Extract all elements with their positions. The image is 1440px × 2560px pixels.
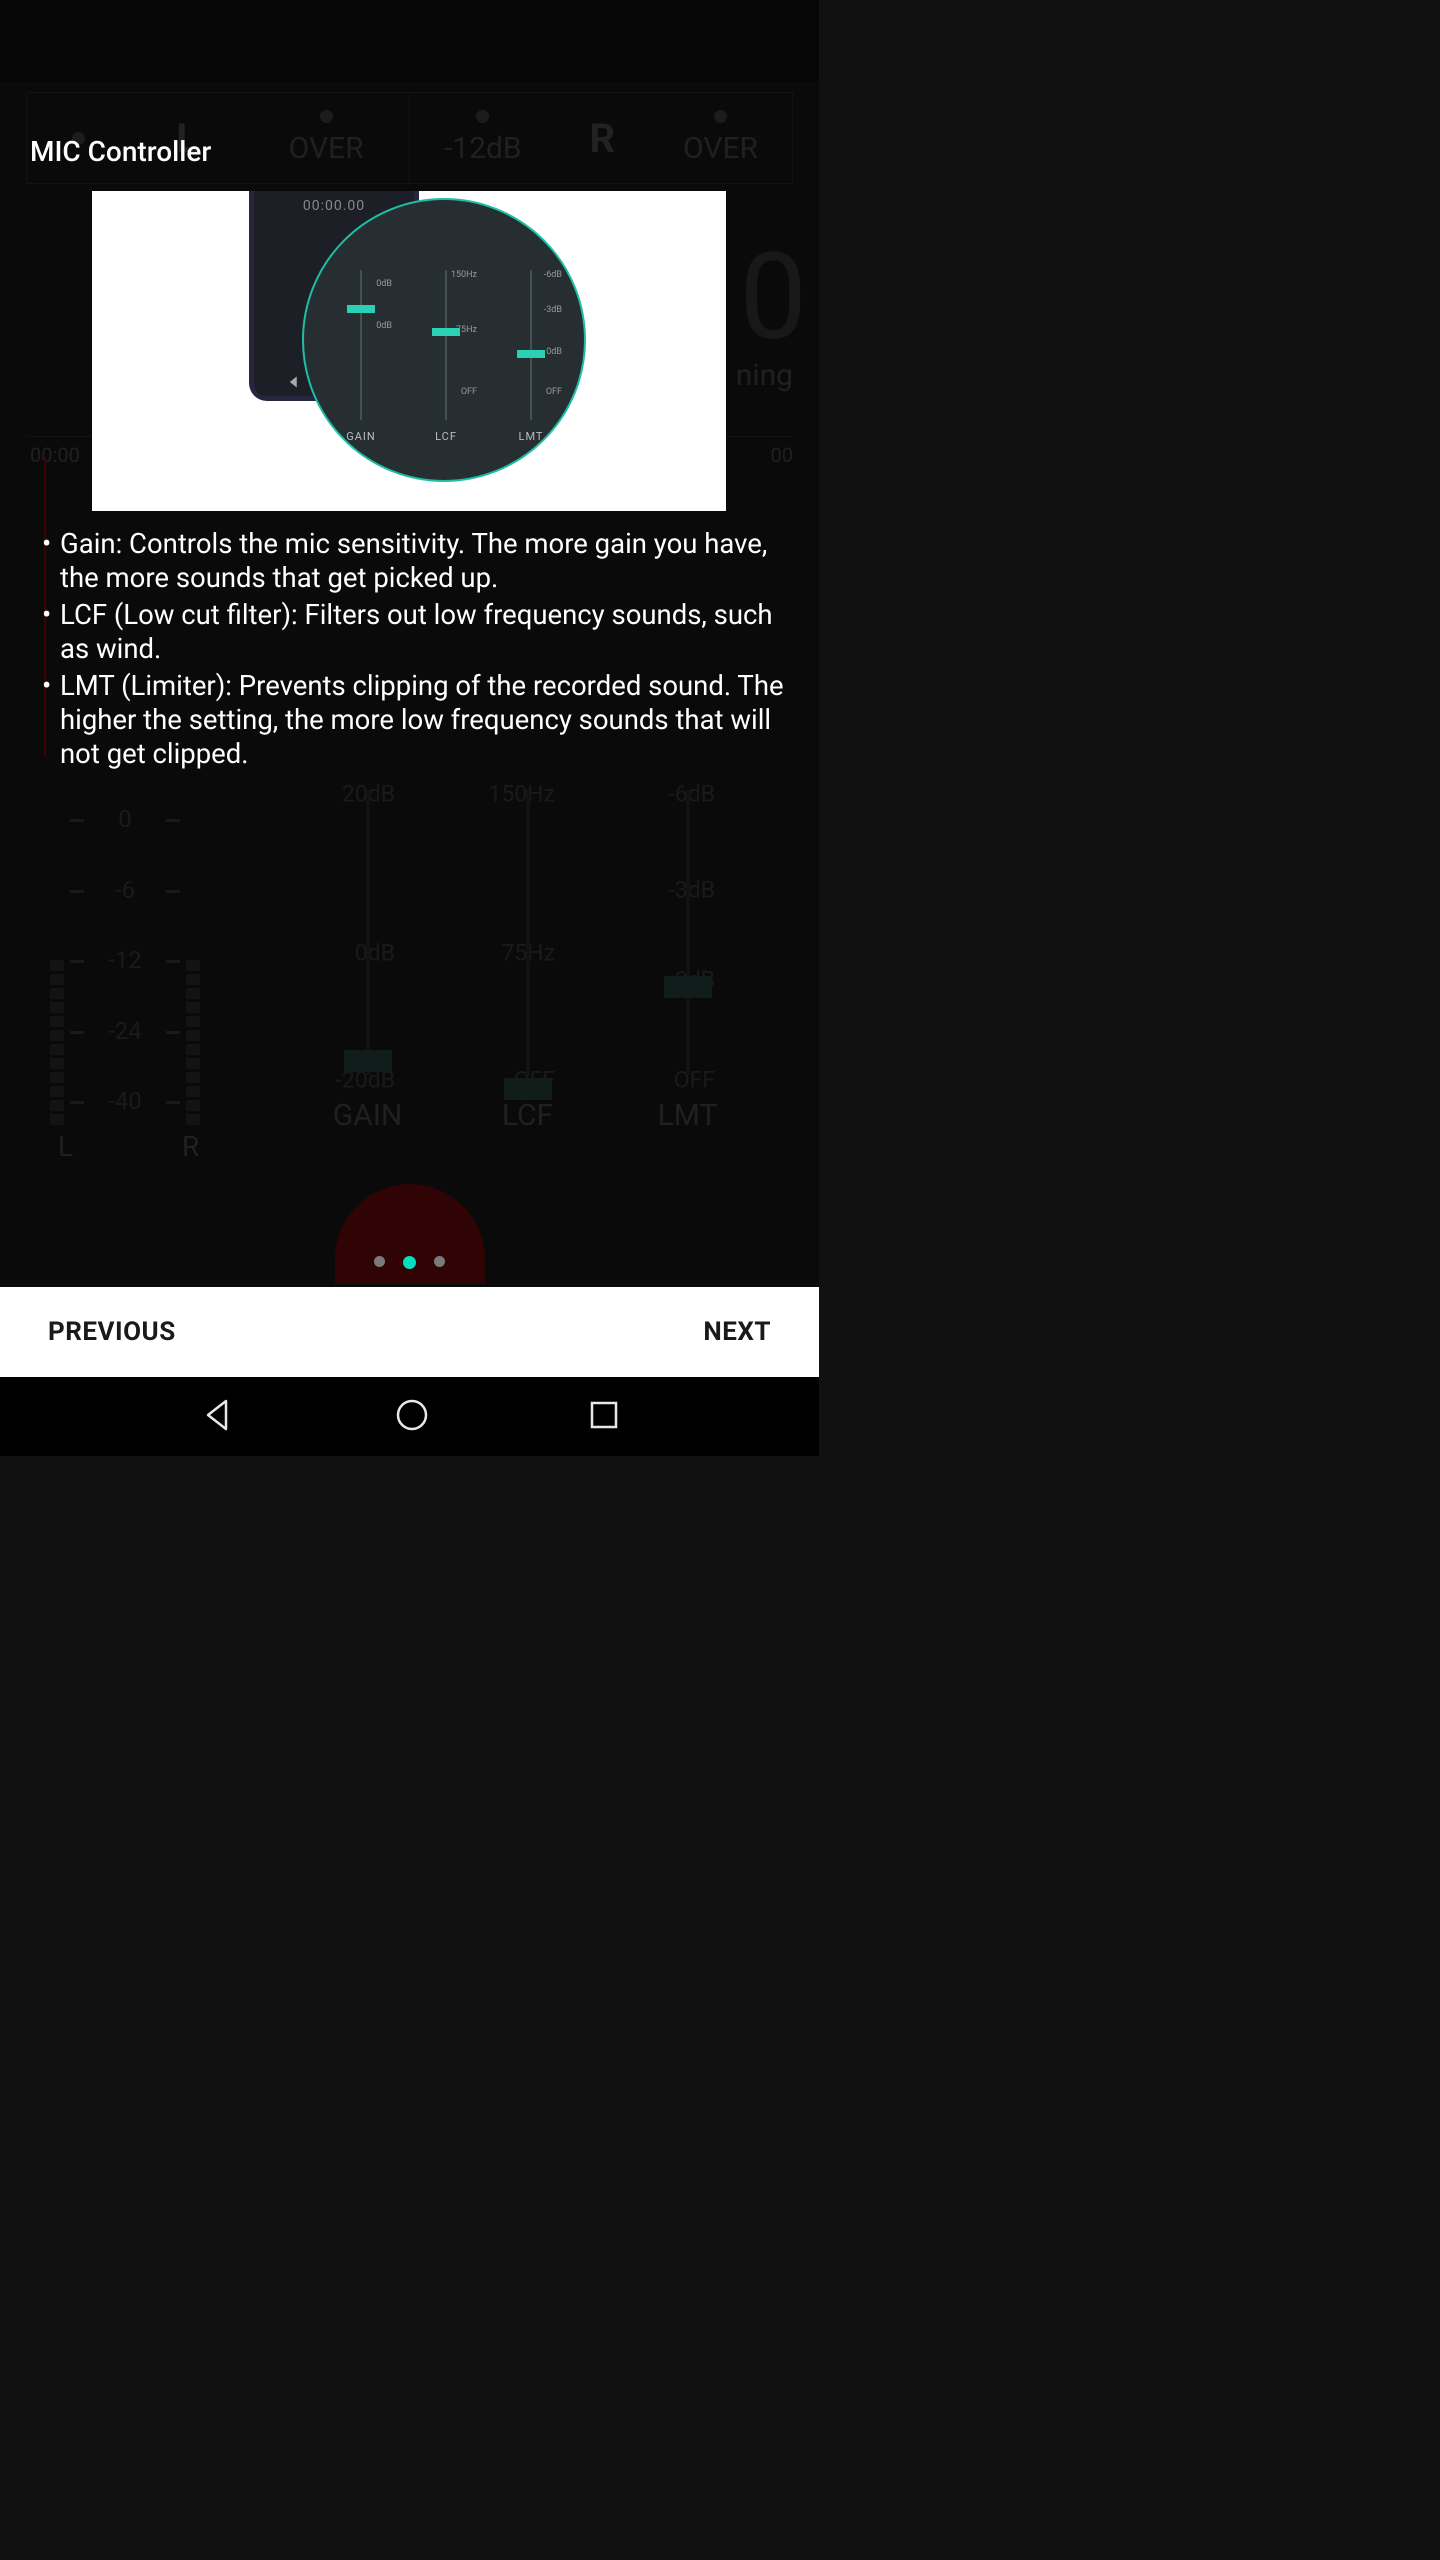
home-icon[interactable] [395,1398,429,1436]
pager-dot-0[interactable] [374,1256,385,1267]
previous-button[interactable]: PREVIOUS [48,1317,176,1347]
next-button[interactable]: NEXT [703,1317,771,1347]
bullet-lcf: LCF (Low cut filter): Filters out low fr… [42,598,785,667]
illus-gain-slider: 0dB 0dB GAIN [326,270,396,450]
overlay-title: MIC Controller [30,135,211,168]
back-icon[interactable] [200,1397,236,1437]
bullet-gain: Gain: Controls the mic sensitivity. The … [42,527,785,596]
phone-back-icon [288,373,300,392]
pager-dots [0,1256,819,1269]
pager-dot-1[interactable] [403,1256,416,1269]
pager-dot-2[interactable] [434,1256,445,1267]
illus-lmt-slider: -6dB -3dB 0dB OFF LMT [496,270,566,450]
recents-icon[interactable] [589,1400,619,1434]
bullet-lmt: LMT (Limiter): Prevents clipping of the … [42,669,785,772]
tutorial-illustration: 00:00.00 0dB 0dB GAIN 150Hz 75Hz OFF LCF… [92,191,726,511]
android-nav-bar [0,1377,819,1456]
magnifier-circle-icon: 0dB 0dB GAIN 150Hz 75Hz OFF LCF -6dB -3d… [302,198,586,482]
illus-lcf-slider: 150Hz 75Hz OFF LCF [411,270,481,450]
tutorial-nav-bar: PREVIOUS NEXT [0,1287,819,1377]
tutorial-description: Gain: Controls the mic sensitivity. The … [42,527,785,774]
